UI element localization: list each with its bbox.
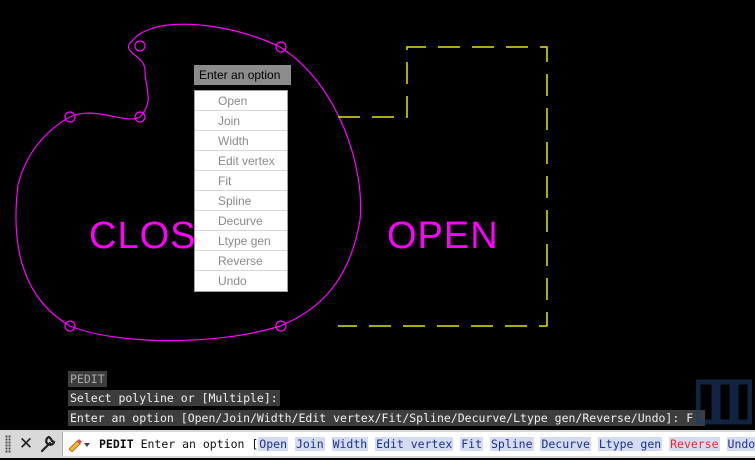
option-width[interactable]: Width [331,437,369,451]
option-decurve[interactable]: Decurve [540,437,591,451]
menu-item-open[interactable]: Open [195,91,287,111]
command-input[interactable]: PEDIT Enter an option [Open Join Width E… [62,432,755,456]
menu-item-decurve[interactable]: Decurve [195,211,287,231]
dynamic-input-prompt: Enter an option [194,65,291,85]
menu-item-join[interactable]: Join [195,111,287,131]
menu-item-fit[interactable]: Fit [195,171,287,191]
wrench-icon[interactable] [38,433,58,455]
option-open[interactable]: Open [258,437,288,451]
menu-item-reverse[interactable]: Reverse [195,251,287,271]
closed-polyline[interactable] [15,23,362,342]
command-name: PEDIT [99,437,134,451]
closed-label: CLOS [89,215,197,257]
option-fit[interactable]: Fit [460,437,484,451]
menu-item-ltype-gen[interactable]: Ltype gen [195,231,287,251]
option-spline[interactable]: Spline [489,437,534,451]
drag-handle[interactable] [5,435,11,453]
command-history-line: Select polyline or [Multiple]: [68,390,280,406]
open-label: OPEN [387,215,499,257]
dynamic-input-menu: Open Join Width Edit vertex Fit Spline D… [194,90,288,292]
option-undo[interactable]: Undo [726,437,755,451]
option-join[interactable]: Join [294,437,325,451]
command-history-line: Enter an option [Open/Join/Width/Edit ve… [68,410,705,426]
option-ltype-gen[interactable]: Ltype gen [597,437,663,451]
option-reverse[interactable]: Reverse [669,437,720,451]
watermark-logo [696,379,752,425]
option-edit-vertex[interactable]: Edit vertex [375,437,454,451]
command-prompt-text: PEDIT Enter an option [Open Join Width E… [99,432,755,456]
menu-item-spline[interactable]: Spline [195,191,287,211]
menu-item-edit-vertex[interactable]: Edit vertex [195,151,287,171]
recent-commands-icon[interactable] [66,436,92,453]
vertex-grip[interactable] [134,40,146,52]
command-line-bar: ✕ PEDIT Enter an option [Open Join Width… [0,430,755,458]
close-icon[interactable]: ✕ [17,433,35,455]
menu-item-undo[interactable]: Undo [195,271,287,291]
command-history-line: PEDIT [68,371,107,387]
open-polyline[interactable] [338,46,548,327]
command-prompt: Enter an option [140,437,245,451]
menu-item-width[interactable]: Width [195,131,287,151]
